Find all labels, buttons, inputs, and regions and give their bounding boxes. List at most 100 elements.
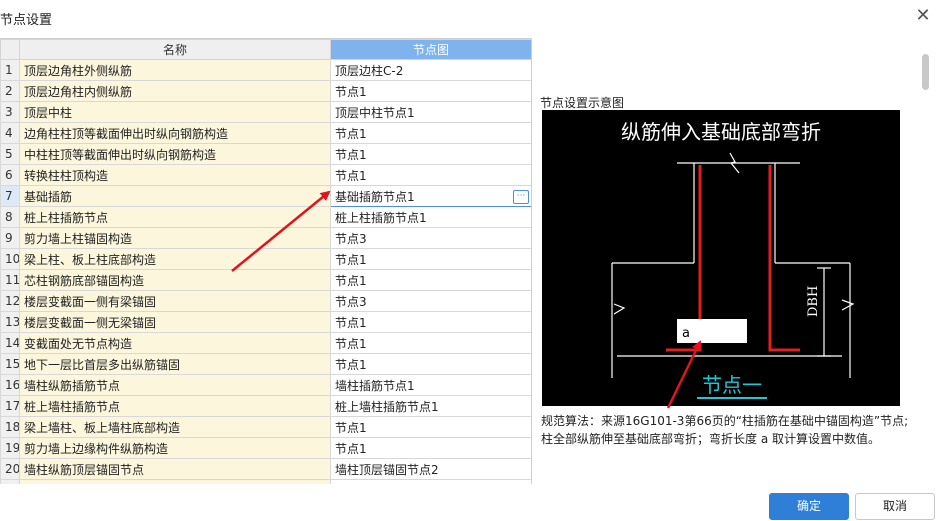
row-name-cell[interactable]: 基础插筋 (19, 185, 331, 207)
row-name-cell[interactable]: 中柱柱顶等截面伸出时纵向钢筋构造 (19, 143, 331, 165)
row-number: 17 (0, 395, 20, 417)
close-icon[interactable]: ✕ (912, 5, 934, 27)
node-value: 顶层边柱C-2 (335, 63, 404, 78)
row-node-cell[interactable]: 桩上墙柱插筋节点1 (330, 395, 531, 417)
table-row[interactable]: 13 楼层变截面一侧无梁锚固 节点1 (0, 311, 531, 333)
row-name-cell[interactable]: 楼层变截面一侧有梁锚固 (19, 290, 331, 312)
row-node-cell[interactable]: 节点1 (330, 80, 531, 102)
row-node-cell[interactable]: 桩上柱插筋节点1 (330, 206, 531, 228)
row-node-cell[interactable]: 节点3 (330, 227, 531, 249)
row-node-cell[interactable]: 节点1 (330, 143, 531, 165)
table-row[interactable]: 16 墙柱纵筋插筋节点 墙柱插筋节点1 (0, 374, 531, 396)
row-name-cell[interactable]: 桩上柱插筋节点 (19, 206, 331, 228)
row-name-cell[interactable]: 顶层边角柱内侧纵筋 (19, 80, 331, 102)
row-node-cell[interactable]: 节点1 (330, 311, 531, 333)
row-number: 11 (0, 269, 20, 291)
node-value: 节点1 (335, 315, 367, 330)
node-value: 节点1 (335, 441, 367, 456)
row-name-cell[interactable]: 剪力墙上柱锚固构造 (19, 227, 331, 249)
row-node-cell[interactable]: 墙柱楼层变截面节点2 (330, 479, 531, 484)
ok-button[interactable]: 确定 (769, 493, 849, 520)
table-row[interactable]: 15 地下一层比首层多出纵筋锚固 节点1 (0, 353, 531, 375)
row-node-cell[interactable]: 节点1 (330, 122, 531, 144)
dialog-title-bar: 节点设置 ✕ (0, 0, 940, 34)
table-row[interactable]: 14 变截面处无节点构造 节点1 (0, 332, 531, 354)
node-value: 桩上墙柱插筋节点1 (335, 399, 439, 414)
row-name-cell[interactable]: 边角柱柱顶等截面伸出时纵向钢筋构造 (19, 122, 331, 144)
scrollbar-thumb[interactable] (922, 54, 929, 90)
row-node-cell[interactable]: 节点1 (330, 248, 531, 270)
dbh-dimension-label: DBH (806, 286, 821, 317)
row-number: 3 (0, 101, 20, 123)
row-node-cell[interactable]: 墙柱顶层锚固节点2 (330, 458, 531, 480)
row-name-cell[interactable]: 墙柱纵筋顶层锚固节点 (19, 458, 331, 480)
table-row[interactable]: 4 边角柱柱顶等截面伸出时纵向钢筋构造 节点1 (0, 122, 531, 144)
node-value: 节点1 (335, 273, 367, 288)
row-name-cell[interactable]: 顶层中柱 (19, 101, 331, 123)
row-name-cell[interactable]: 楼层变截面一侧无梁锚固 (19, 311, 331, 333)
row-name-cell[interactable]: 桩上墙柱插筋节点 (19, 395, 331, 417)
table-row[interactable]: 20 墙柱纵筋顶层锚固节点 墙柱顶层锚固节点2 (0, 458, 531, 480)
table-row[interactable]: 17 桩上墙柱插筋节点 桩上墙柱插筋节点1 (0, 395, 531, 417)
rule-description: 规范算法：来源16G101-3第66页的“柱插筋在基础中锚固构造”节点; 柱全部… (541, 412, 926, 448)
row-name-cell[interactable]: 芯柱钢筋底部锚固构造 (19, 269, 331, 291)
row-node-cell[interactable]: 节点1 (330, 437, 531, 459)
more-options-button[interactable]: ··· (513, 189, 529, 204)
row-name-cell[interactable]: 墙柱纵筋插筋节点 (19, 374, 331, 396)
row-node-cell[interactable]: 节点1 (330, 353, 531, 375)
row-node-cell[interactable]: 节点1 (330, 332, 531, 354)
row-number: 9 (0, 227, 20, 249)
table-row[interactable]: 18 梁上墙柱、板上墙柱底部构造 节点1 (0, 416, 531, 438)
row-node-cell[interactable]: 顶层中柱节点1 (330, 101, 531, 123)
row-name-cell[interactable]: 墙柱纵筋楼层变截面锚固节点 (19, 479, 331, 484)
table-row[interactable]: 21墙柱纵筋楼层变截面锚固节点墙柱楼层变截面节点2 (0, 479, 531, 484)
row-number: 8 (0, 206, 20, 228)
row-number: 18 (0, 416, 20, 438)
row-number: 4 (0, 122, 20, 144)
row-node-cell[interactable]: 墙柱插筋节点1 (330, 374, 531, 396)
table-row[interactable]: 10 梁上柱、板上柱底部构造 节点1 (0, 248, 531, 270)
row-name-cell[interactable]: 地下一层比首层多出纵筋锚固 (19, 353, 331, 375)
row-number: 6 (0, 164, 20, 186)
table-row[interactable]: 1 顶层边角柱外侧纵筋 顶层边柱C-2 (0, 59, 531, 81)
row-number: 12 (0, 290, 20, 312)
a-value-text: a (682, 326, 690, 341)
row-number: 15 (0, 353, 20, 375)
node-column-header[interactable]: 节点图 (330, 39, 531, 60)
row-node-cell[interactable]: 节点3 (330, 290, 531, 312)
node-value: 顶层中柱节点1 (335, 105, 415, 120)
cancel-button[interactable]: 取消 (855, 493, 935, 520)
row-name-cell[interactable]: 梁上柱、板上柱底部构造 (19, 248, 331, 270)
row-node-cell[interactable]: 节点1 (330, 269, 531, 291)
table-row[interactable]: 5 中柱柱顶等截面伸出时纵向钢筋构造 节点1 (0, 143, 531, 165)
row-number: 5 (0, 143, 20, 165)
diagram-background (542, 110, 900, 406)
row-name-cell[interactable]: 变截面处无节点构造 (19, 332, 331, 354)
row-number-header (0, 39, 20, 60)
table-row[interactable]: 19 剪力墙上边缘构件纵筋构造 节点1 (0, 437, 531, 459)
name-column-header[interactable]: 名称 (19, 39, 331, 60)
row-node-cell[interactable]: 节点1 (330, 416, 531, 438)
node-diagram: 纵筋伸入基础底部弯折 DBH a 节点一 (542, 110, 900, 406)
table-row[interactable]: 11 芯柱钢筋底部锚固构造 节点1 (0, 269, 531, 291)
table-row[interactable]: 9 剪力墙上柱锚固构造 节点3 (0, 227, 531, 249)
table-row[interactable]: 3 顶层中柱 顶层中柱节点1 (0, 101, 531, 123)
node-value: 节点1 (335, 84, 367, 99)
node-value: 节点1 (335, 420, 367, 435)
row-number: 2 (0, 80, 20, 102)
row-node-cell[interactable]: 顶层边柱C-2 (330, 59, 531, 81)
row-name-cell[interactable]: 顶层边角柱外侧纵筋 (19, 59, 331, 81)
node-value: 基础插筋节点1 (335, 189, 415, 204)
row-name-cell[interactable]: 剪力墙上边缘构件纵筋构造 (19, 437, 331, 459)
table-row[interactable]: 12 楼层变截面一侧有梁锚固 节点3 (0, 290, 531, 312)
preview-label: 节点设置示意图 (540, 96, 625, 110)
table-row[interactable]: 8 桩上柱插筋节点 桩上柱插筋节点1 (0, 206, 531, 228)
row-node-cell[interactable]: 节点1 (330, 164, 531, 186)
row-node-cell[interactable]: 基础插筋节点1 ··· (330, 185, 531, 207)
table-row[interactable]: 2 顶层边角柱内侧纵筋 节点1 (0, 80, 531, 102)
row-name-cell[interactable]: 梁上墙柱、板上墙柱底部构造 (19, 416, 331, 438)
table-row[interactable]: 7 基础插筋 基础插筋节点1 ··· (0, 185, 531, 207)
node-value: 节点1 (335, 168, 367, 183)
row-name-cell[interactable]: 转换柱柱顶构造 (19, 164, 331, 186)
table-row[interactable]: 6 转换柱柱顶构造 节点1 (0, 164, 531, 186)
